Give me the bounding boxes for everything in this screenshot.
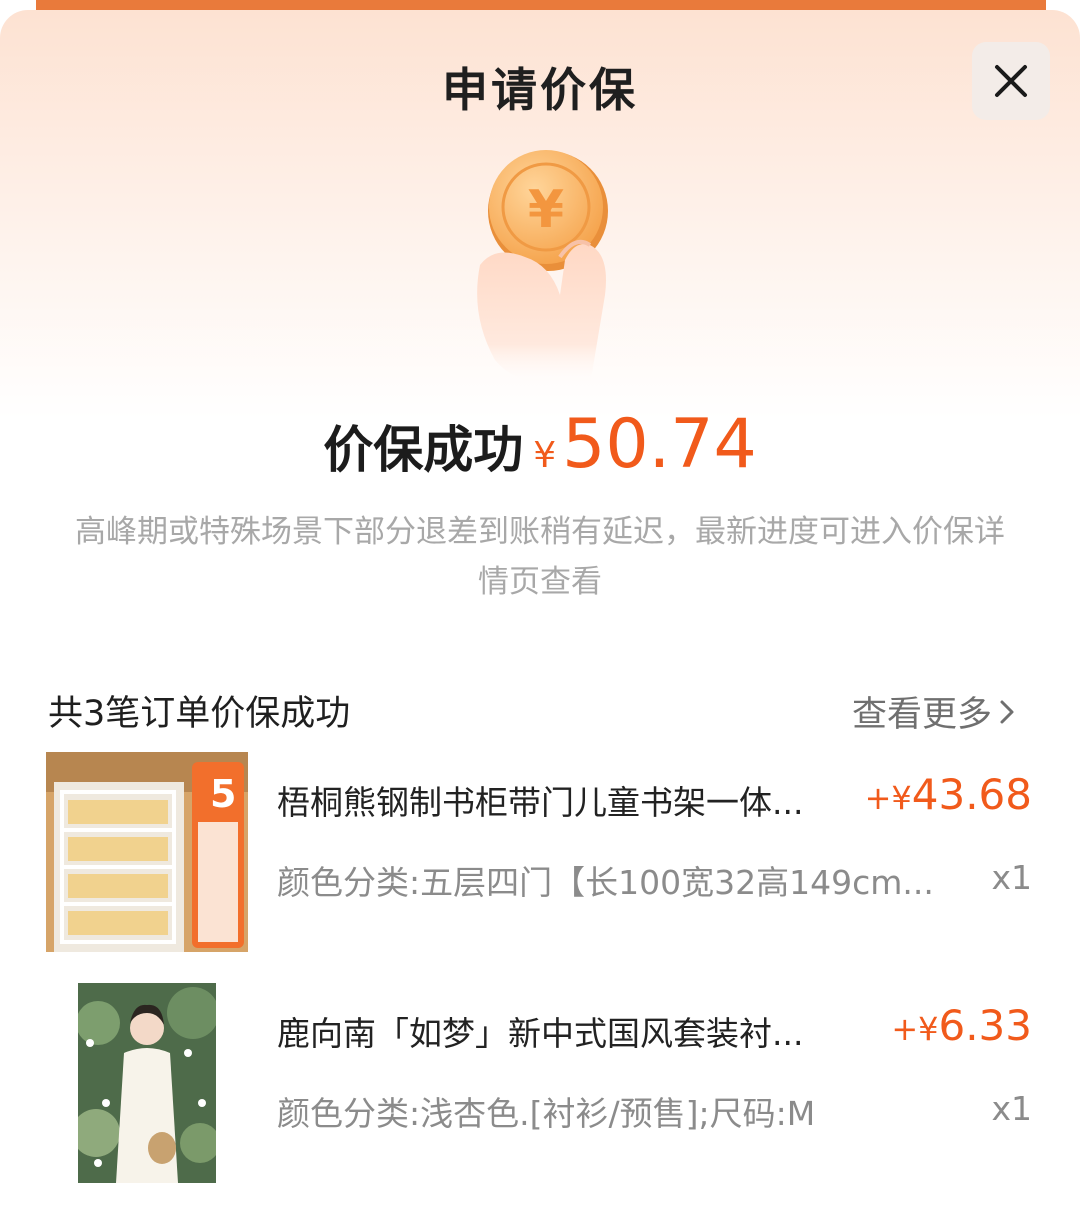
product-name[interactable]: 鹿向南「如梦」新中式国风套装衬... <box>277 1007 867 1055</box>
price-protection-amount: 价保成功 ¥50.74 <box>0 405 1080 484</box>
close-button[interactable] <box>972 42 1050 120</box>
refund-amount: 50.74 <box>562 405 757 484</box>
success-label: 价保成功 <box>323 421 524 479</box>
price-protection-sheet: 申请价保 ¥ 价保成功 ¥50.74 高峰期或特殊场景下部分退差到账稍有延迟，最… <box>0 10 1080 1213</box>
price-value: 43.68 <box>911 770 1032 819</box>
see-more-label: 查看更多 <box>852 695 993 735</box>
product-refund-price: +¥6.33 <box>891 1001 1032 1050</box>
product-refund-price: +¥43.68 <box>865 770 1032 819</box>
product-thumbnail-dress <box>78 983 216 1183</box>
svg-text:¥: ¥ <box>528 180 564 240</box>
product-name[interactable]: 梧桐熊钢制书柜带门儿童书架一体... <box>277 776 867 824</box>
product-spec: 颜色分类:浅杏色.[衬衫/预售];尺码:M <box>277 1094 816 1133</box>
orders-summary: 共3笔订单价保成功 <box>48 694 351 734</box>
product-quantity: x1 <box>991 858 1032 897</box>
price-value: 6.33 <box>938 1001 1032 1050</box>
close-icon <box>995 65 1027 97</box>
delay-notice: 高峰期或特殊场景下部分退差到账稍有延迟，最新进度可进入价保详情页查看 <box>75 514 1005 600</box>
chevron-right-icon <box>1000 700 1014 723</box>
product-spec: 颜色分类:五层四门【长100宽32高149cm... <box>277 863 934 902</box>
product-quantity: x1 <box>991 1089 1032 1128</box>
coin-hand-illustration: ¥ <box>440 145 640 395</box>
order-item[interactable]: 5 梧桐熊钢制书柜带门儿童书架一体... +¥43.68 颜色分类:五层四门【长… <box>0 752 1080 957</box>
order-item[interactable]: 鹿向南「如梦」新中式国风套装衬... +¥6.33 颜色分类:浅杏色.[衬衫/预… <box>0 983 1080 1188</box>
sheet-title: 申请价保 <box>442 63 638 117</box>
see-more-link[interactable]: 查看更多 <box>852 686 1016 737</box>
thumbnail-badge: 5 <box>210 772 236 816</box>
price-sign: +¥ <box>891 1010 939 1048</box>
product-thumbnail-bookshelf: 5 <box>46 752 248 952</box>
currency-symbol: ¥ <box>533 435 557 476</box>
price-sign: +¥ <box>864 779 912 817</box>
